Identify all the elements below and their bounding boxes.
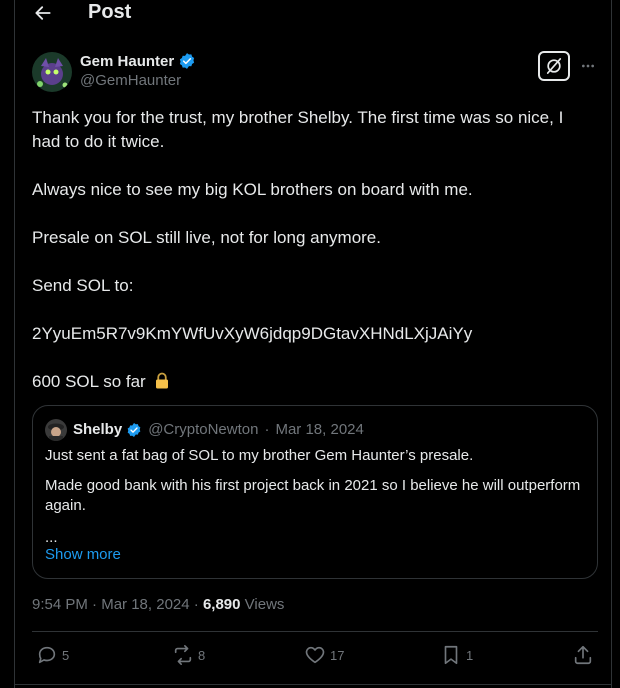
share-button[interactable] <box>572 644 594 666</box>
heart-icon <box>305 646 325 664</box>
repost-count: 8 <box>198 647 206 663</box>
quoted-tweet[interactable]: Shelby @CryptoNewton · Mar 18, 2024 Just… <box>32 405 598 579</box>
divider <box>32 631 598 632</box>
like-button[interactable]: 17 <box>304 644 344 666</box>
header: Post <box>14 0 612 30</box>
arrow-left-icon <box>35 6 51 20</box>
more-options-button[interactable] <box>578 56 598 76</box>
avatar[interactable] <box>32 52 72 92</box>
quoted-paragraph: Just sent a fat bag of SOL to my brother… <box>45 447 474 464</box>
verified-badge-icon <box>127 422 141 437</box>
post-metadata: 9:54 PM · Mar 18, 2024 · 6,890 Views <box>32 596 284 613</box>
tweet-paragraph: Send SOL to: <box>32 276 134 295</box>
views-label: Views <box>244 596 285 613</box>
grok-icon <box>546 58 562 74</box>
separator: · <box>92 596 98 613</box>
sol-total: 600 SOL so far <box>32 372 146 391</box>
grok-button[interactable] <box>538 51 570 81</box>
reply-icon <box>38 646 56 664</box>
share-icon <box>574 645 592 665</box>
tweet-text: Thank you for the trust, my brother Shel… <box>32 106 592 394</box>
quoted-text: Just sent a fat bag of SOL to my brother… <box>45 446 585 526</box>
bookmark-button[interactable]: 1 <box>440 644 473 666</box>
tweet-paragraph: Always nice to see my big KOL brothers o… <box>32 180 473 199</box>
bookmark-count: 1 <box>466 647 474 663</box>
post-time[interactable]: 9:54 PM <box>32 596 88 613</box>
separator: · <box>264 421 270 438</box>
quoted-ellipsis: ... <box>45 529 58 546</box>
post-date[interactable]: Mar 18, 2024 <box>101 596 189 613</box>
sol-address: 2YyuEm5R7v9KmYWfUvXyW6jdqp9DGtavXHNdLXjJ… <box>32 324 473 343</box>
author-name-text: Gem Haunter <box>80 52 175 70</box>
lock-icon <box>156 372 169 389</box>
divider <box>14 684 612 685</box>
quoted-author-name: Shelby <box>73 421 123 438</box>
repost-icon <box>174 645 192 665</box>
quoted-date: Mar 18, 2024 <box>275 421 364 438</box>
quoted-paragraph: Made good bank with his first project ba… <box>45 477 581 514</box>
like-count: 17 <box>330 647 345 663</box>
tweet-paragraph: Presale on SOL still live, not for long … <box>32 228 381 247</box>
action-bar: 5 8 17 1 <box>32 644 598 668</box>
page-title: Post <box>88 1 132 23</box>
back-button[interactable] <box>32 2 54 24</box>
author-name[interactable]: Gem Haunter <box>80 52 196 70</box>
separator: · <box>193 596 199 613</box>
quoted-author: Shelby @CryptoNewton · Mar 18, 2024 <box>73 421 364 438</box>
verified-badge-icon <box>180 53 195 69</box>
tweet-paragraph: 600 SOL so far <box>32 370 592 394</box>
repost-button[interactable]: 8 <box>172 644 205 666</box>
quoted-handle: @CryptoNewton <box>148 421 259 438</box>
views-count: 6,890 <box>202 596 241 613</box>
reply-button[interactable]: 5 <box>36 644 69 666</box>
reply-count: 5 <box>62 647 70 663</box>
more-horizontal-icon <box>582 64 594 68</box>
quoted-avatar <box>45 419 67 441</box>
tweet-paragraph: Thank you for the trust, my brother Shel… <box>32 108 564 151</box>
show-more-link[interactable]: Show more <box>45 546 121 563</box>
bookmark-icon <box>444 645 458 665</box>
author-handle[interactable]: @GemHaunter <box>80 72 181 89</box>
